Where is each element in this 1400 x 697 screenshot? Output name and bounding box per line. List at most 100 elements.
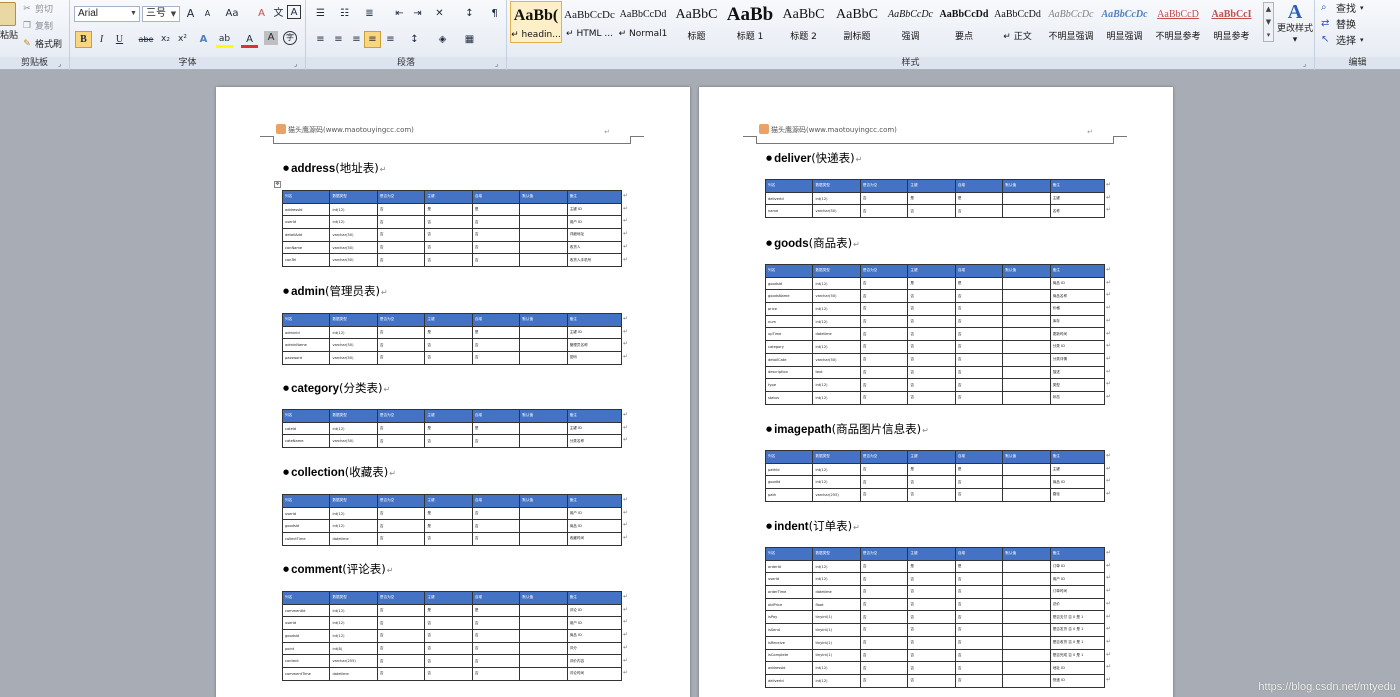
table-cell[interactable]: tinyint(1): [812, 635, 861, 650]
section-title[interactable]: ● collection(收藏表)↵: [283, 464, 396, 480]
style-tile[interactable]: AaBbC 标题 2: [778, 1, 830, 43]
table-cell[interactable]: varchar(50): [329, 434, 378, 449]
table-cell[interactable]: int(12): [812, 462, 861, 477]
table-cell[interactable]: 主键 ID: [566, 325, 623, 340]
table-cell[interactable]: 主键: [1049, 191, 1106, 206]
table-cell[interactable]: 用户 ID: [566, 215, 623, 230]
column-header[interactable]: 是否为空: [859, 179, 909, 193]
style-tile[interactable]: AaBbCcDd ↵ 正文: [992, 1, 1044, 43]
table-cell[interactable]: 是否发货 否 0 是 1: [1049, 623, 1106, 637]
chevron-down-icon[interactable]: ▼: [1264, 16, 1273, 29]
table-cell[interactable]: [519, 325, 568, 340]
table-cell[interactable]: 是: [954, 191, 1004, 206]
table-cell[interactable]: [519, 240, 568, 255]
table-cell[interactable]: 否: [954, 610, 1004, 625]
table-cell[interactable]: 是: [424, 506, 473, 521]
change-case-button[interactable]: Aa: [221, 5, 243, 22]
table-cell[interactable]: datetime: [812, 585, 861, 599]
table-cell[interactable]: path: [764, 488, 814, 502]
table-cell[interactable]: goodsId: [764, 276, 814, 291]
table-cell[interactable]: 状态: [1049, 390, 1106, 405]
table-cell[interactable]: 否: [376, 654, 426, 669]
table-cell[interactable]: 是: [471, 202, 521, 217]
table-cell[interactable]: 否: [954, 661, 1004, 675]
table-cell[interactable]: 是否完成 否 0 是 1: [1049, 648, 1106, 663]
table-cell[interactable]: orderTime: [764, 585, 814, 599]
table-cell[interactable]: [1002, 572, 1051, 587]
table-cell[interactable]: varchar(50): [812, 204, 861, 219]
table-cell[interactable]: [1002, 648, 1051, 663]
gallery-scroll[interactable]: ▲ ▼ ▾: [1263, 2, 1274, 42]
table-cell[interactable]: upTime: [764, 327, 814, 342]
table-cell[interactable]: int(12): [812, 390, 861, 405]
column-header[interactable]: 默认值: [1002, 547, 1051, 561]
table-cell[interactable]: 是: [954, 559, 1004, 574]
schema-table[interactable]: 列名 数据类型 是否为空 主键 自增 默认值 备注 orderId int(12) 否是是订单 I…: [764, 547, 1106, 688]
table-cell[interactable]: [1002, 289, 1051, 304]
column-header[interactable]: 是否为空: [376, 313, 426, 327]
table-cell[interactable]: [1002, 559, 1051, 574]
table-cell[interactable]: int(12): [329, 603, 378, 618]
table-cell[interactable]: userId: [281, 215, 331, 230]
table-cell[interactable]: 描述: [1049, 365, 1106, 380]
table-cell[interactable]: 否: [859, 610, 909, 625]
table-cell[interactable]: 否: [859, 390, 909, 405]
table-cell[interactable]: [1002, 390, 1051, 405]
increase-indent-button[interactable]: ⇥: [409, 5, 426, 22]
section-title[interactable]: ● comment(评论表)↵: [283, 561, 393, 577]
table-cell[interactable]: 否: [424, 667, 473, 681]
table-cell[interactable]: 否: [954, 327, 1004, 342]
column-header[interactable]: 数据类型: [329, 494, 378, 508]
table-cell[interactable]: isReceive: [764, 635, 814, 650]
table-cell[interactable]: 收货人: [566, 240, 623, 255]
table-cell[interactable]: [519, 228, 568, 242]
table-cell[interactable]: 否: [471, 434, 521, 449]
table-cell[interactable]: 否: [471, 351, 521, 365]
column-header[interactable]: 主键: [907, 264, 956, 278]
table-cell[interactable]: 否: [907, 302, 956, 316]
table-cell[interactable]: 否: [954, 648, 1004, 663]
column-header[interactable]: 备注: [566, 494, 623, 508]
table-cell[interactable]: 是: [954, 462, 1004, 477]
table-cell[interactable]: deliverId: [764, 673, 814, 688]
table-cell[interactable]: [519, 434, 568, 449]
style-tile[interactable]: AaBbCcDc 不明显强调: [1045, 1, 1097, 43]
table-cell[interactable]: 否: [907, 289, 956, 304]
table-cell[interactable]: 否: [907, 475, 956, 490]
table-cell[interactable]: 否: [907, 340, 956, 354]
table-cell[interactable]: varchar(50): [329, 351, 378, 365]
cut-button[interactable]: ✂ 剪切: [22, 2, 53, 16]
table-cell[interactable]: 快递 ID: [1049, 673, 1106, 688]
column-header[interactable]: 默认值: [519, 494, 568, 508]
column-header[interactable]: 默认值: [1002, 264, 1051, 278]
justify-button[interactable]: ≡: [364, 31, 381, 48]
page-header[interactable]: 猫头鹰源码(www.maotouyingcc.com) ↵: [743, 122, 1127, 144]
table-cell[interactable]: 否: [424, 228, 473, 242]
table-cell[interactable]: 分类 ID: [1049, 340, 1106, 354]
column-header[interactable]: 备注: [566, 591, 623, 605]
table-cell[interactable]: 否: [859, 276, 909, 291]
grow-font-button[interactable]: A: [182, 5, 199, 22]
schema-table[interactable]: 列名 数据类型 是否为空 主键 自增 默认值 备注 addressId int(12) 否是是主键…: [281, 190, 623, 268]
table-cell[interactable]: [1002, 661, 1051, 675]
column-header[interactable]: 自增: [471, 591, 521, 605]
table-cell[interactable]: varchar(50): [329, 338, 378, 353]
table-cell[interactable]: 否: [859, 352, 909, 367]
table-cell[interactable]: [519, 667, 568, 681]
column-header[interactable]: 数据类型: [329, 591, 378, 605]
align-center-button[interactable]: ≡: [330, 31, 347, 48]
select-button[interactable]: ↖ 选择 ▾: [1321, 32, 1364, 47]
underline-button[interactable]: U: [111, 31, 128, 48]
schema-table[interactable]: 列名 数据类型 是否为空 主键 自增 默认值 备注 deliverId int(12) 否是是主键…: [764, 179, 1106, 219]
column-header[interactable]: 数据类型: [812, 547, 861, 561]
table-cell[interactable]: [1002, 365, 1051, 380]
table-move-handle-icon[interactable]: ✥: [274, 181, 281, 188]
styles-launcher-icon[interactable]: ⌟: [1303, 60, 1311, 68]
table-cell[interactable]: [1002, 204, 1051, 219]
column-header[interactable]: 备注: [1049, 179, 1106, 193]
style-tile[interactable]: AaBbCcDd ↵ Normal1: [617, 1, 669, 43]
sort-button[interactable]: ↕: [461, 5, 478, 22]
table-cell[interactable]: 管理员名称: [566, 338, 623, 353]
chevron-up-icon[interactable]: ▲: [1264, 3, 1273, 16]
column-header[interactable]: 自增: [954, 179, 1004, 193]
